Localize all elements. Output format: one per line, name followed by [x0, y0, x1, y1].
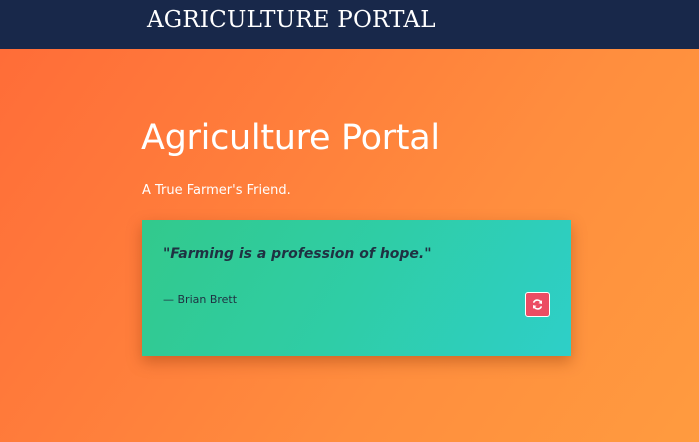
quote-card: "Farming is a profession of hope." — Bri… — [142, 220, 571, 356]
page-title: Agriculture Portal — [141, 118, 440, 158]
refresh-quote-button[interactable] — [525, 292, 550, 317]
quote-author: — Brian Brett — [163, 293, 238, 306]
page-subtitle: A True Farmer's Friend. — [142, 183, 291, 198]
top-navbar: AGRICULTURE PORTAL — [0, 0, 699, 49]
quote-text: "Farming is a profession of hope." — [163, 246, 432, 262]
brand-link[interactable]: AGRICULTURE PORTAL — [147, 7, 436, 33]
refresh-icon — [531, 298, 544, 311]
